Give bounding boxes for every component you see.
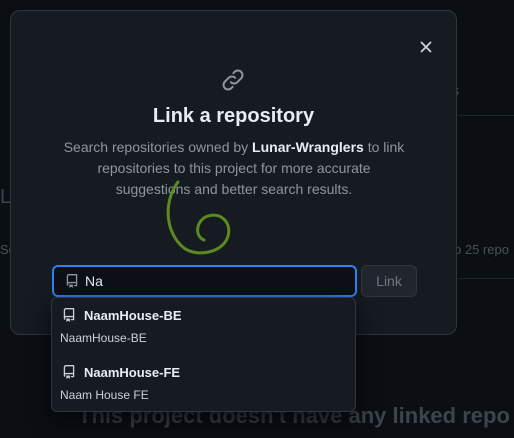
repo-icon <box>63 308 75 322</box>
repo-icon <box>63 365 75 379</box>
result-option-naamhouse-be[interactable]: NaamHouse-BE NaamHouse-BE <box>52 298 355 354</box>
dialog-title: Link a repository <box>152 105 315 127</box>
repository-search-field[interactable] <box>52 265 357 297</box>
close-button[interactable] <box>416 37 436 57</box>
result-option-naamhouse-fe[interactable]: NaamHouse-FE Naam House FE <box>52 355 355 411</box>
link-repository-dialog: Link a repository Search repositories ow… <box>10 10 457 335</box>
bg-divider <box>458 278 514 279</box>
link-icon <box>222 69 244 91</box>
owner-name: Lunar-Wranglers <box>252 139 364 155</box>
result-description: Naam House FE <box>60 388 149 402</box>
repo-icon <box>66 274 78 288</box>
result-description: NaamHouse-BE <box>60 331 147 345</box>
result-name: NaamHouse-BE <box>84 308 182 323</box>
bg-fragment-right: p 25 repo <box>454 242 509 257</box>
close-icon <box>420 41 432 53</box>
search-results-dropdown: NaamHouse-BE NaamHouse-BE NaamHouse-FE N… <box>51 297 356 412</box>
result-name: NaamHouse-FE <box>84 365 181 380</box>
bg-divider <box>458 115 514 116</box>
description-prefix: Search repositories owned by <box>63 139 253 155</box>
dialog-description: Search repositories owned by Lunar-Wrang… <box>59 137 409 200</box>
link-button[interactable]: Link <box>361 265 417 297</box>
search-input[interactable] <box>85 273 345 289</box>
